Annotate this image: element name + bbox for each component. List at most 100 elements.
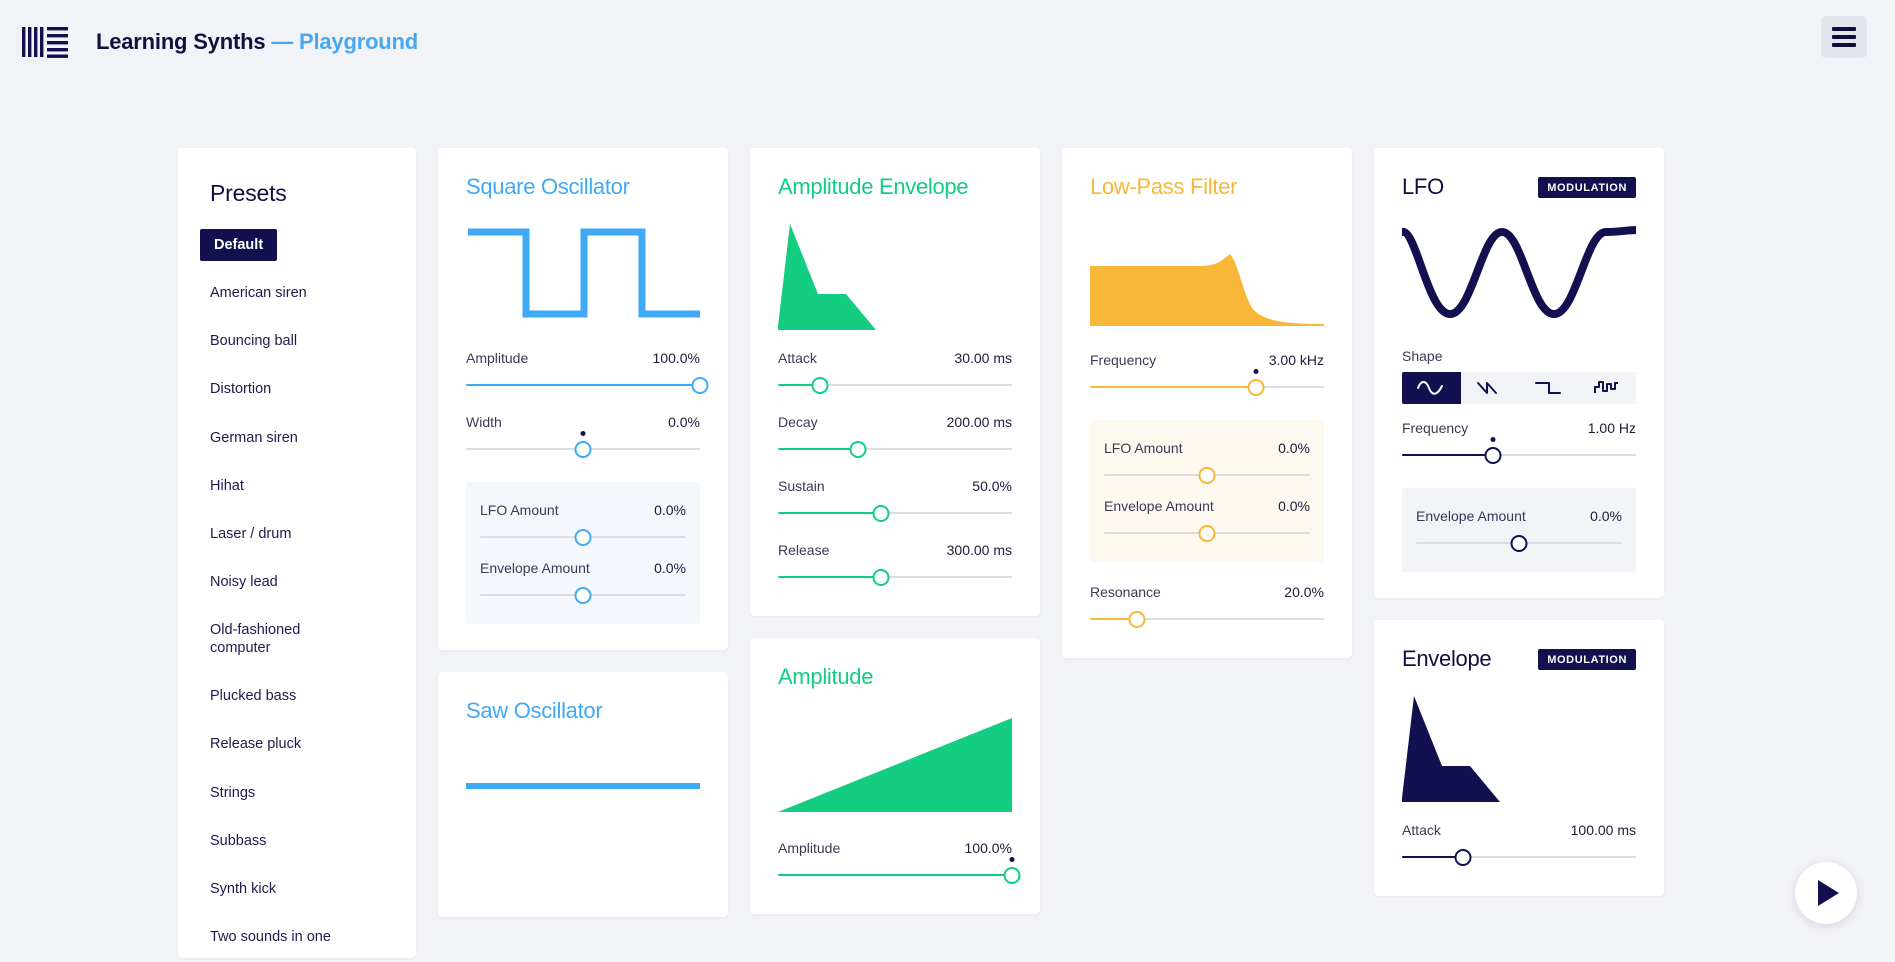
preset-item[interactable]: Two sounds in one (200, 921, 349, 953)
bars-logo-icon (22, 27, 68, 58)
filter-resonance-slider[interactable] (1090, 606, 1324, 632)
filter-lfo-amount-value: 0.0% (1278, 440, 1310, 456)
preset-item[interactable]: Default (200, 229, 278, 262)
slider-knob[interactable] (1510, 535, 1528, 552)
square-lfo-amount-label: LFO Amount (480, 502, 559, 518)
preset-item[interactable]: American siren (200, 277, 325, 309)
saw-oscillator-title: Saw Oscillator (466, 698, 603, 723)
square-wave-visualization (466, 218, 700, 334)
filter-envelope-amount-label: Envelope Amount (1104, 498, 1214, 514)
square-oscillator-panel: Square Oscillator Amplitude 100.0% Width… (438, 148, 728, 650)
envelope-sustain-row: Sustain 50.0% (778, 478, 1012, 526)
square-envelope-amount-slider[interactable] (480, 582, 686, 608)
filter-resonance-row: Resonance 20.0% (1090, 584, 1324, 632)
envelope-release-slider[interactable] (778, 564, 1012, 590)
filter-resonance-value: 20.0% (1284, 584, 1324, 600)
amplitude-row: Amplitude 100.0% (778, 840, 1021, 888)
slider-knob[interactable] (872, 569, 890, 586)
filter-envelope-amount-slider[interactable] (1104, 520, 1310, 546)
preset-item[interactable]: Old-fashioned computer (200, 614, 368, 664)
preset-item[interactable]: Strings (200, 777, 273, 809)
ramp-up-visualization (778, 708, 1012, 824)
preset-item[interactable]: Release pluck (200, 728, 319, 760)
envelope-attack-label: Attack (778, 350, 817, 366)
slider-knob[interactable] (1128, 611, 1146, 628)
lfo-panel: LFO MODULATION Shape Frequency 1.00 Hz E… (1374, 148, 1664, 598)
mod-envelope-attack-slider[interactable] (1402, 844, 1636, 870)
lfo-envelope-amount-slider[interactable] (1416, 530, 1622, 556)
lowpass-response-visualization (1090, 250, 1324, 336)
square-wave-icon[interactable] (1519, 372, 1578, 404)
filter-column: Low-Pass Filter Frequency 3.00 kHz LFO A… (1062, 148, 1352, 658)
play-icon[interactable] (1795, 862, 1857, 924)
envelope-release-row: Release 300.00 ms (778, 542, 1012, 590)
square-lfo-amount-slider[interactable] (480, 524, 686, 550)
mod-envelope-attack-value: 100.00 ms (1570, 822, 1636, 838)
slider-knob[interactable] (574, 529, 592, 546)
play-triangle (1818, 880, 1839, 906)
square-amplitude-slider[interactable] (466, 372, 709, 398)
hamburger-menu-icon[interactable] (1821, 16, 1867, 58)
slider-fill (778, 576, 881, 578)
slider-knob[interactable] (1003, 867, 1021, 884)
preset-item[interactable]: Plucked bass (200, 680, 314, 712)
saw-oscillator-panel: Saw Oscillator (438, 672, 728, 917)
slider-knob[interactable] (1484, 447, 1502, 464)
lfo-frequency-value: 1.00 Hz (1587, 420, 1636, 436)
slider-knob[interactable] (574, 441, 592, 458)
square-width-slider[interactable] (466, 431, 700, 462)
sine-wave-visualization (1402, 222, 1636, 330)
envelope-sustain-label: Sustain (778, 478, 825, 494)
filter-frequency-slider[interactable] (1090, 369, 1324, 400)
filter-lfo-amount-slider[interactable] (1104, 462, 1310, 488)
envelope-sustain-slider[interactable] (778, 500, 1012, 526)
slider-knob[interactable] (811, 377, 829, 394)
square-lfo-amount-row: LFO Amount 0.0% (480, 502, 686, 550)
random-wave-icon[interactable] (1578, 372, 1637, 404)
slider-knob[interactable] (1198, 525, 1216, 542)
filter-resonance-label: Resonance (1090, 584, 1161, 600)
page-subtitle: Playground (299, 29, 419, 54)
envelope-decay-slider[interactable] (778, 436, 1012, 462)
slider-knob[interactable] (1247, 379, 1265, 396)
preset-item[interactable]: Hihat (200, 470, 262, 502)
low-pass-filter-panel: Low-Pass Filter Frequency 3.00 kHz LFO A… (1062, 148, 1352, 658)
slider-knob[interactable] (872, 505, 890, 522)
lfo-modulation-subpanel: Envelope Amount 0.0% (1402, 488, 1636, 572)
slider-knob[interactable] (691, 377, 709, 394)
slider-knob[interactable] (1454, 849, 1472, 866)
preset-item[interactable]: Distortion (200, 373, 289, 405)
page-title: Learning Synths — Playground (96, 29, 418, 55)
slider-knob[interactable] (1198, 467, 1216, 484)
slider-fill (778, 512, 881, 514)
preset-list: Default American siren Bouncing ball Distor… (178, 229, 416, 958)
menu-bar-1 (1832, 27, 1856, 31)
amplitude-envelope-panel: Amplitude Envelope Attack 30.00 ms Decay… (750, 148, 1040, 616)
lfo-frequency-slider[interactable] (1402, 437, 1636, 468)
preset-item[interactable]: German siren (200, 422, 316, 454)
square-amplitude-value: 100.0% (652, 350, 700, 366)
filter-lfo-amount-label: LFO Amount (1104, 440, 1183, 456)
amplitude-panel: Amplitude Amplitude 100.0% (750, 638, 1040, 914)
preset-item[interactable]: Subbass (200, 825, 284, 857)
mod-envelope-attack-label: Attack (1402, 822, 1441, 838)
preset-item[interactable]: Laser / drum (200, 518, 309, 550)
slider-knob[interactable] (574, 587, 592, 604)
amplitude-value: 100.0% (964, 840, 1012, 856)
slider-knob[interactable] (849, 441, 867, 458)
lfo-envelope-amount-label: Envelope Amount (1416, 508, 1526, 524)
preset-item[interactable]: Bouncing ball (200, 325, 315, 357)
saw-wave-visualization (466, 776, 700, 892)
slider-fill (778, 874, 1012, 876)
lfo-frequency-row: Frequency 1.00 Hz (1402, 420, 1636, 468)
adsr-envelope-visualization (778, 218, 1012, 334)
triangle-wave-icon[interactable] (1461, 372, 1520, 404)
preset-item[interactable]: Noisy lead (200, 566, 296, 598)
sine-wave-icon[interactable] (1402, 372, 1461, 404)
preset-item[interactable]: Synth kick (200, 873, 294, 905)
square-width-row: Width 0.0% (466, 414, 700, 462)
amplitude-slider[interactable] (778, 857, 1021, 888)
lfo-shape-selector[interactable] (1402, 372, 1636, 404)
square-width-label: Width (466, 414, 502, 430)
envelope-attack-slider[interactable] (778, 372, 1012, 398)
